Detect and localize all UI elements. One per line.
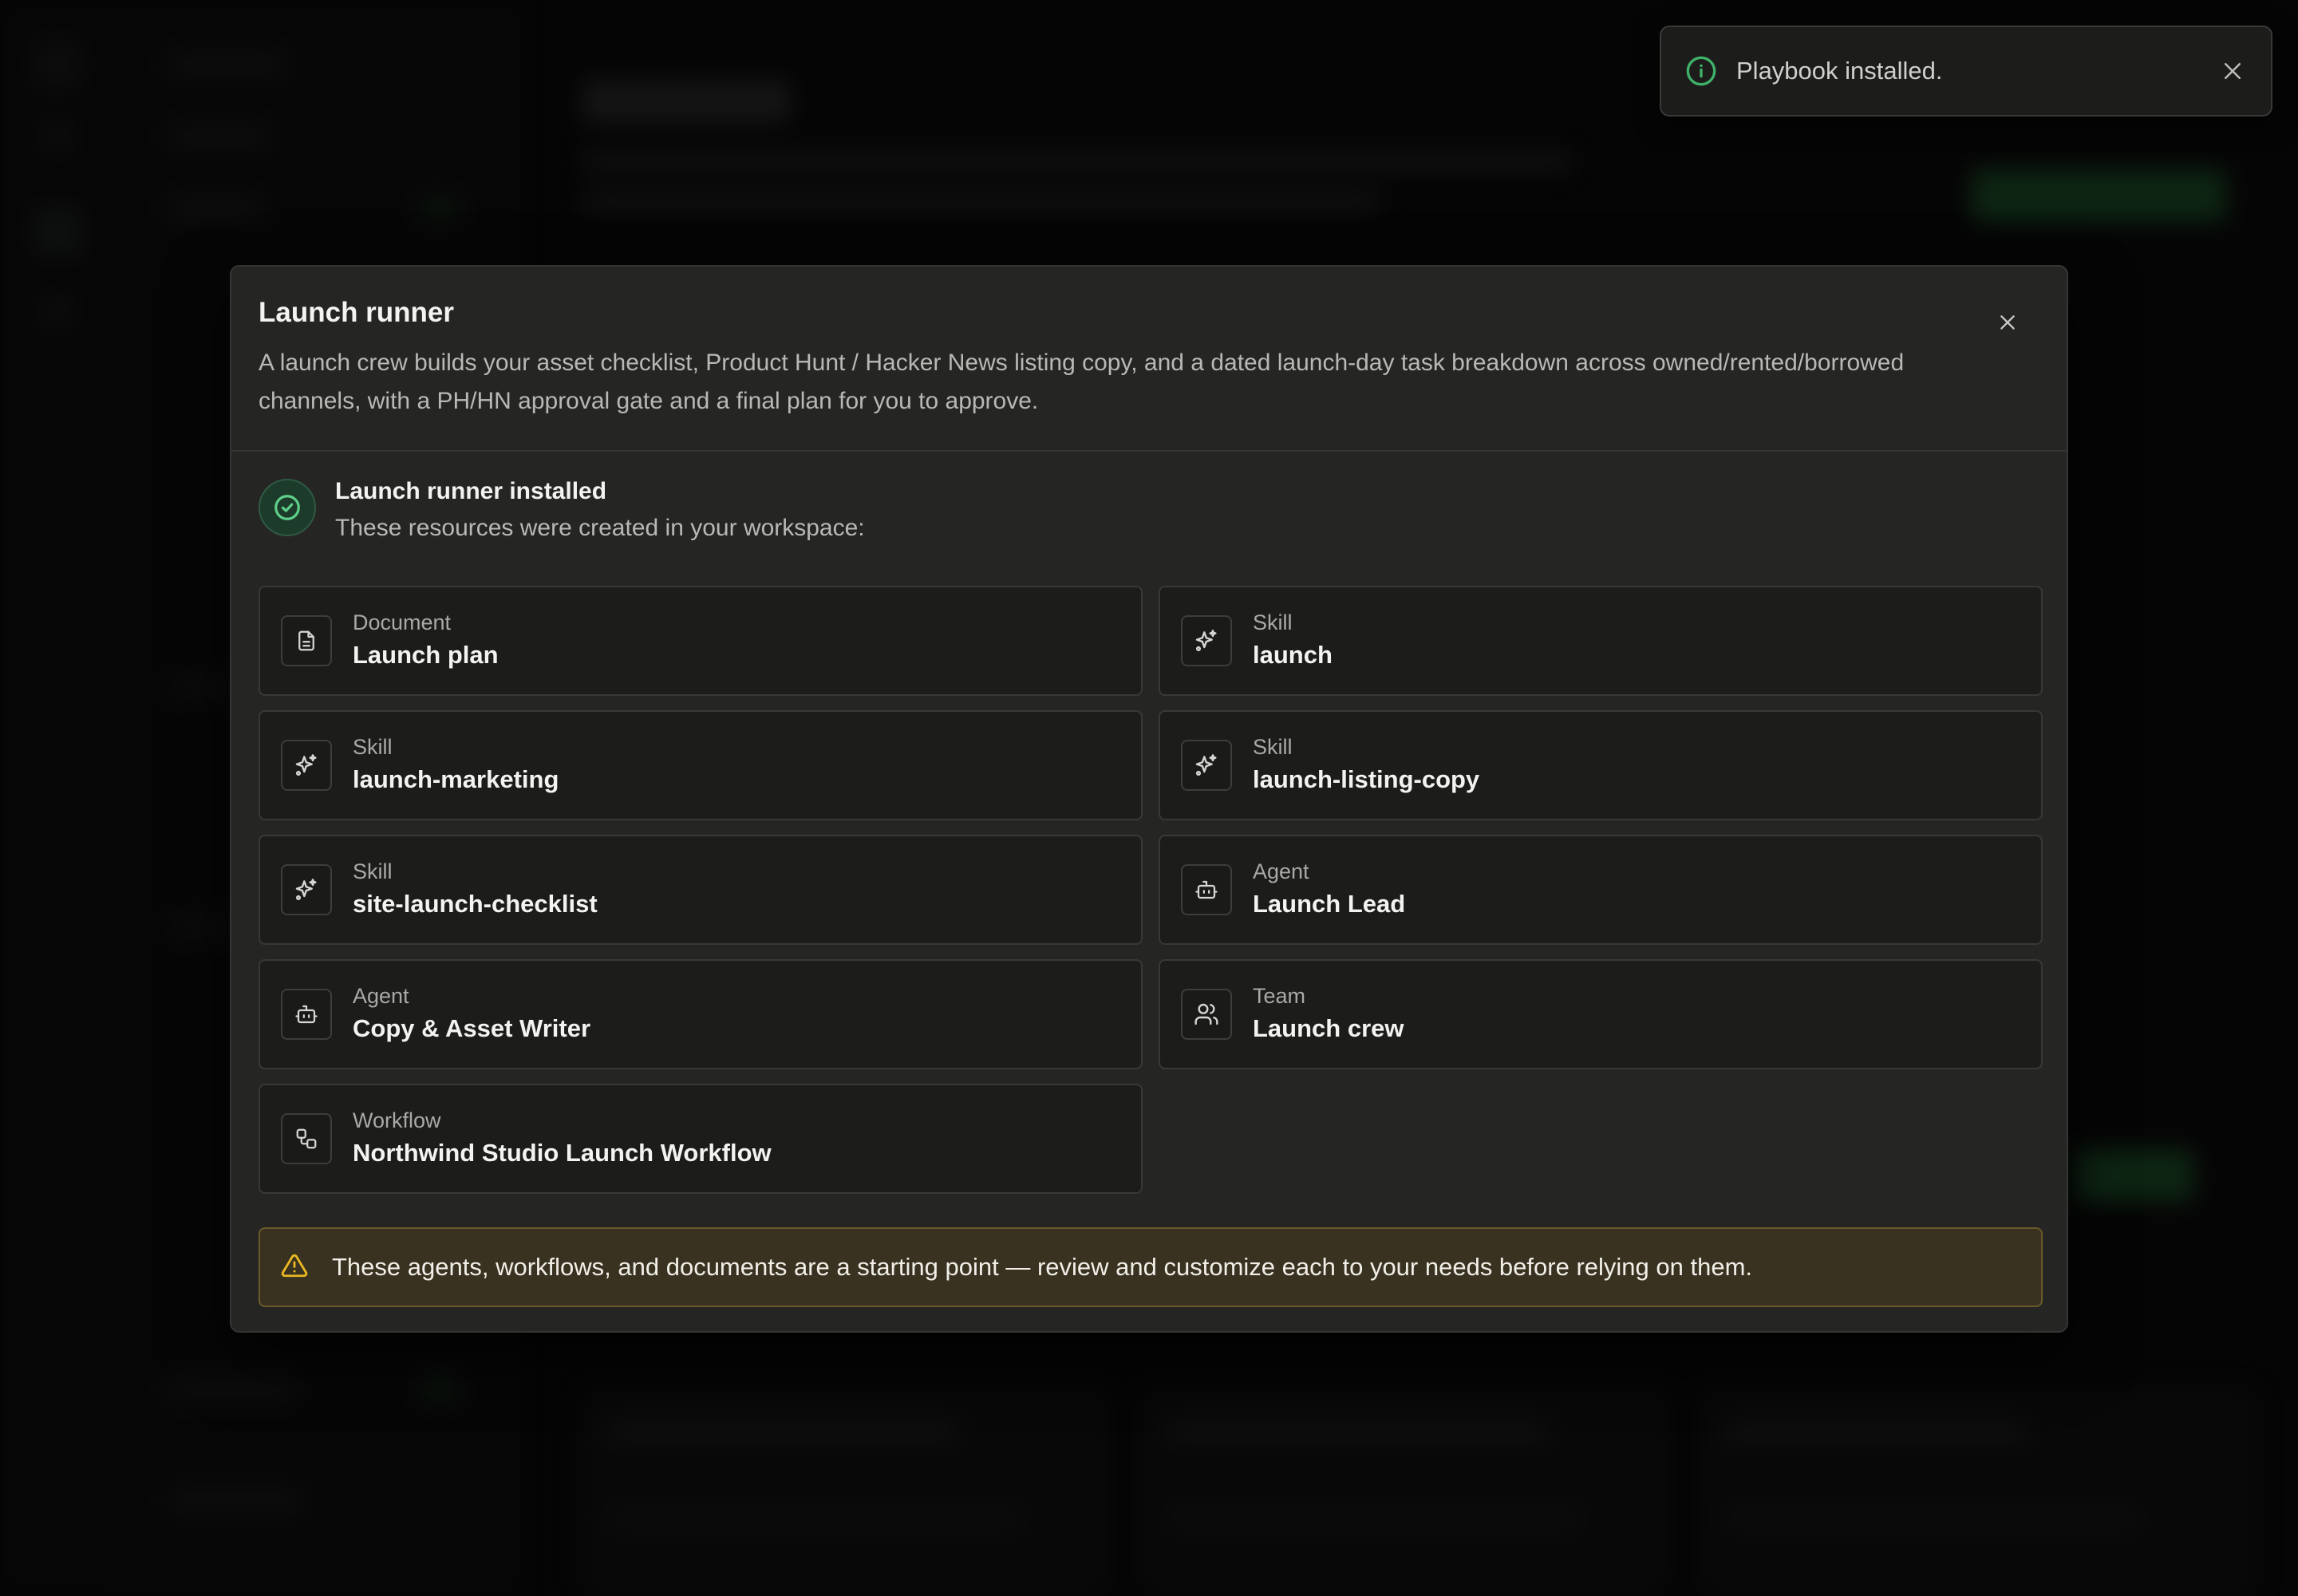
installed-subtitle: These resources were created in your wor… [335,515,865,541]
resource-card-agent[interactable]: Agent Launch Lead [1159,835,2043,945]
sparkles-icon [1181,615,1232,666]
resource-name: launch-marketing [353,765,559,793]
resource-card-workflow[interactable]: Workflow Northwind Studio Launch Workflo… [259,1084,1143,1194]
resource-card-document[interactable]: Document Launch plan [259,586,1143,696]
resource-type: Workflow [353,1108,441,1132]
close-icon [2000,315,2015,330]
resource-card-agent[interactable]: Agent Copy & Asset Writer [259,959,1143,1069]
installed-status: Launch runner installed These resources … [259,476,865,547]
warning-banner: These agents, workflows, and documents a… [259,1227,2043,1307]
resource-card-skill[interactable]: Skill site-launch-checklist [259,835,1143,945]
resource-name: launch-listing-copy [1253,765,1480,793]
warning-icon [281,1252,311,1282]
document-icon [281,615,332,666]
toast-message: Playbook installed. [1736,57,1943,85]
install-dialog: Launch runner A launch crew builds your … [230,265,2068,1333]
dialog-description: A launch crew builds your asset checklis… [259,350,1905,414]
resource-type: Skill [353,859,393,883]
close-icon [2225,63,2241,79]
resource-card-team[interactable]: Team Launch crew [1159,959,2043,1069]
resource-type: Agent [353,984,409,1008]
info-icon [1685,55,1717,87]
toast-notification: Playbook installed. [1660,26,2272,117]
resource-name: Launch plan [353,641,499,669]
workflow-icon [281,1113,332,1164]
resource-name: site-launch-checklist [353,890,598,918]
resource-name: Launch Lead [1253,890,1406,918]
installed-title: Launch runner installed [335,478,607,504]
bot-icon [1181,864,1232,915]
resource-card-skill[interactable]: Skill launch-marketing [259,710,1143,820]
dialog-close-button[interactable] [1990,305,2025,340]
toast-close-button[interactable] [2218,57,2247,85]
bot-icon [281,989,332,1040]
resource-list: Document Launch plan Skill launch Skill … [259,586,2043,1194]
resource-type: Agent [1253,859,1309,883]
resource-name: Launch crew [1253,1014,1404,1042]
dialog-header: Launch runner A launch crew builds your … [231,267,2067,452]
resource-name: Copy & Asset Writer [353,1014,591,1042]
resource-name: launch [1253,641,1333,669]
resource-type: Skill [1253,735,1293,759]
resource-type: Skill [1253,610,1293,634]
resource-name: Northwind Studio Launch Workflow [353,1139,772,1167]
resource-card-skill[interactable]: Skill launch-listing-copy [1159,710,2043,820]
dialog-title: Launch runner [259,297,455,328]
check-circle-icon [259,479,316,536]
users-icon [1181,989,1232,1040]
warning-text: These agents, workflows, and documents a… [332,1253,1753,1281]
resource-type: Team [1253,984,1306,1008]
resource-type: Skill [353,735,393,759]
resource-type: Document [353,610,452,634]
sparkles-icon [1181,740,1232,791]
resource-card-skill[interactable]: Skill launch [1159,586,2043,696]
sparkles-icon [281,864,332,915]
sparkles-icon [281,740,332,791]
